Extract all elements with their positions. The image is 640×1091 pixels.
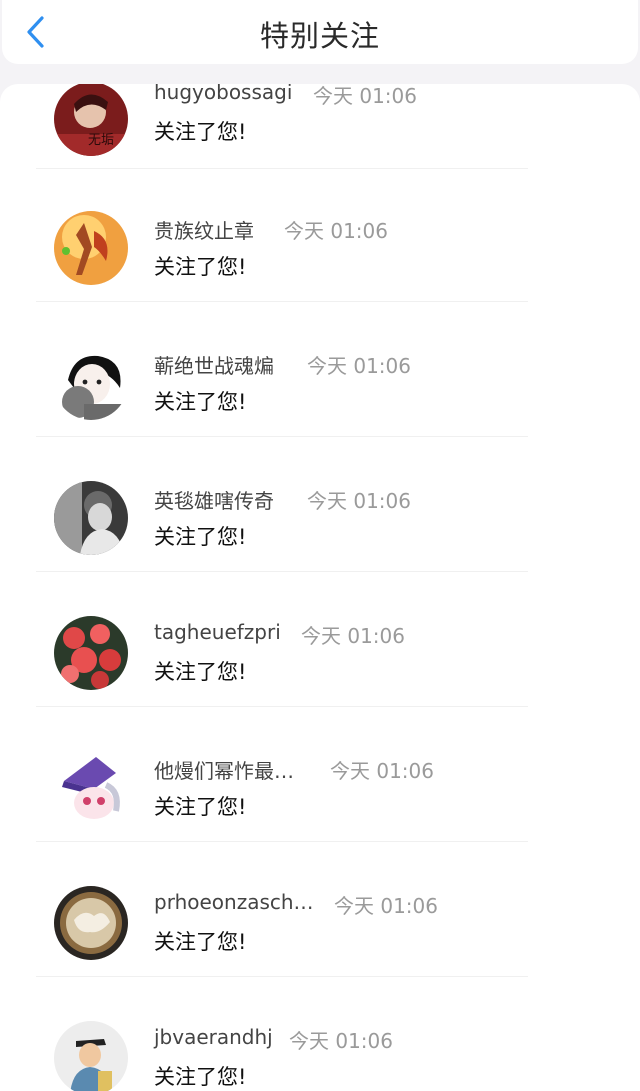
user-name[interactable]: 贵族纹止章 [154, 215, 254, 244]
user-name[interactable]: jbvaerandhj [154, 1025, 273, 1049]
avatar[interactable] [54, 481, 128, 555]
timestamp: 今天 01:06 [307, 354, 411, 378]
avatar[interactable] [54, 1021, 128, 1091]
message-text: 关注了您! [154, 120, 247, 144]
svg-text:无垢: 无垢 [88, 133, 114, 148]
divider [36, 976, 528, 977]
message-text: 关注了您! [154, 795, 247, 819]
message-text: 关注了您! [154, 660, 247, 684]
message-text: 关注了您! [154, 930, 247, 954]
divider [36, 168, 528, 169]
user-name[interactable]: hugyobossagi [154, 84, 292, 104]
divider [36, 571, 528, 572]
user-name[interactable]: 蕲绝世战魂煸 [154, 350, 274, 379]
avatar[interactable]: 无垢 [54, 84, 128, 156]
timestamp: 今天 01:06 [284, 219, 388, 243]
timestamp: 今天 01:06 [313, 84, 417, 108]
divider [36, 841, 528, 842]
list-item[interactable]: jbvaerandhj 今天 01:06 关注了您! [0, 997, 640, 1091]
message-text: 关注了您! [154, 390, 247, 414]
timestamp: 今天 01:06 [334, 894, 438, 918]
timestamp: 今天 01:06 [330, 759, 434, 783]
timestamp: 今天 01:06 [289, 1029, 393, 1053]
list-item[interactable]: 英毯雄嗐传奇 今天 01:06 关注了您! [0, 457, 640, 592]
list-item[interactable]: 无垢 hugyobossagi 今天 01:06 关注了您! [0, 84, 640, 187]
user-name[interactable]: 英毯雄嗐传奇 [154, 485, 274, 514]
message-text: 关注了您! [154, 525, 247, 549]
message-text: 关注了您! [154, 1065, 247, 1089]
divider [36, 436, 528, 437]
timestamp: 今天 01:06 [307, 489, 411, 513]
list-item[interactable]: 他熳们幂怍最… 今天 01:06 关注了您! [0, 727, 640, 862]
timestamp: 今天 01:06 [301, 624, 405, 648]
avatar[interactable] [54, 886, 128, 960]
top-bar: 特别关注 [2, 0, 638, 64]
user-name[interactable]: tagheuefzpri [154, 620, 281, 644]
divider [36, 301, 528, 302]
divider [36, 706, 528, 707]
list-item[interactable]: tagheuefzpri 今天 01:06 关注了您! [0, 592, 640, 727]
list-item[interactable]: 蕲绝世战魂煸 今天 01:06 关注了您! [0, 322, 640, 457]
follow-list: 无垢 hugyobossagi 今天 01:06 关注了您! 贵族纹止章 今天 … [0, 84, 640, 1091]
avatar[interactable] [54, 346, 128, 420]
message-text: 关注了您! [154, 255, 247, 279]
list-item[interactable]: 贵族纹止章 今天 01:06 关注了您! [0, 187, 640, 322]
user-name[interactable]: prhoeonzasch… [154, 890, 314, 914]
avatar[interactable] [54, 211, 128, 285]
page-title: 特别关注 [259, 19, 380, 53]
avatar[interactable] [54, 616, 128, 690]
user-name[interactable]: 他熳们幂怍最… [154, 755, 294, 784]
list-item[interactable]: prhoeonzasch… 今天 01:06 关注了您! [0, 862, 640, 997]
avatar[interactable] [54, 751, 128, 825]
